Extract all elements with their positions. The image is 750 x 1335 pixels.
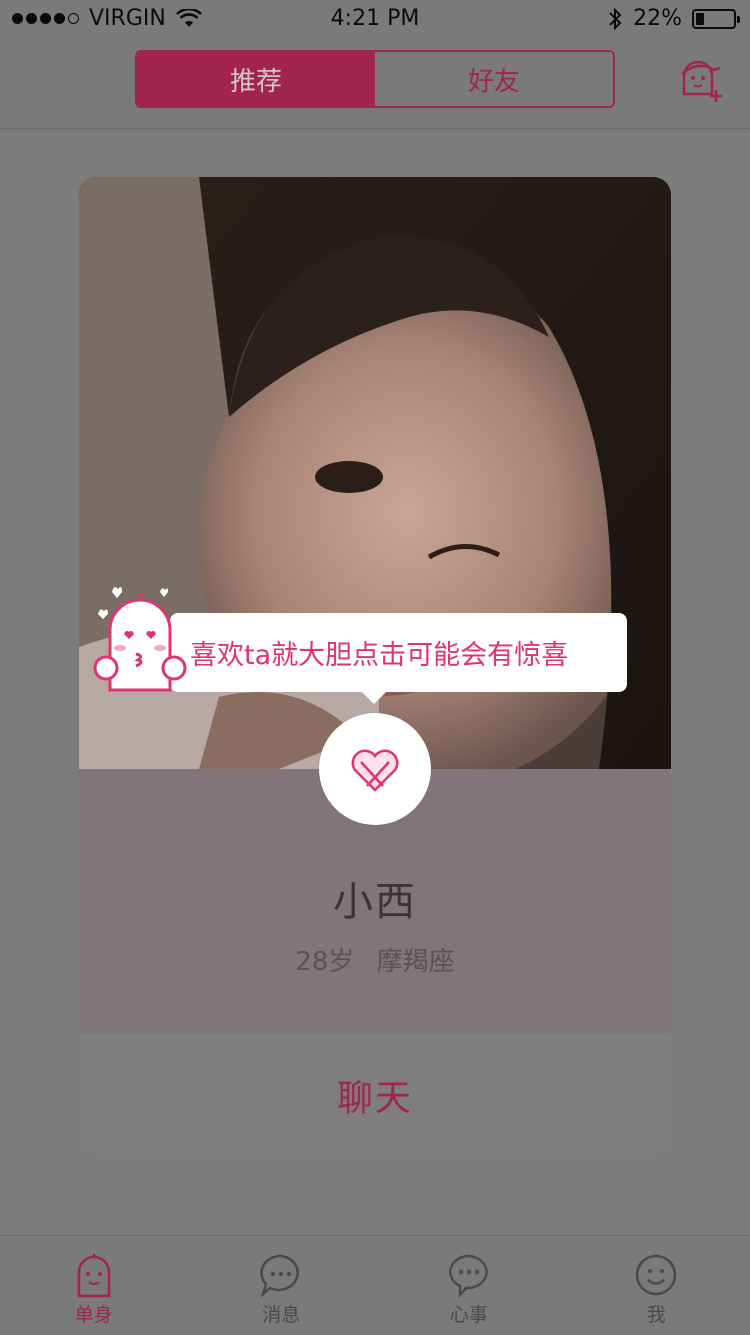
battery-icon [692, 9, 736, 29]
profile-age: 28岁 [295, 947, 354, 977]
add-friend-icon[interactable] [674, 54, 726, 110]
like-button[interactable] [319, 713, 431, 825]
mascot-icon [92, 578, 188, 694]
tab-friends[interactable]: 好友 [375, 52, 613, 106]
status-bar: VIRGIN 4:21 PM 22% [0, 0, 750, 40]
profile-icon [633, 1252, 679, 1298]
bluetooth-icon [607, 7, 623, 31]
like-hint-tooltip: 喜欢ta就大胆点击可能会有惊喜 [170, 613, 627, 692]
chat-label: 聊天 [337, 1069, 413, 1121]
nav-bar: 推荐 好友 [0, 40, 750, 129]
battery-percent: 22% [633, 6, 682, 31]
heart-icon [349, 746, 401, 792]
tooltip-arrow [362, 692, 386, 704]
tab-heart-talk[interactable]: 心事 [375, 1236, 563, 1335]
tab-recommend[interactable]: 推荐 [137, 52, 375, 106]
profile-meta: 28岁 摩羯座 [79, 941, 671, 978]
tab-me-label: 我 [647, 1300, 666, 1327]
battery-level [696, 13, 704, 25]
status-right: 22% [607, 6, 736, 31]
message-icon [258, 1252, 304, 1298]
tab-single[interactable]: 单身 [0, 1236, 188, 1335]
tab-messages[interactable]: 消息 [188, 1236, 376, 1335]
tab-messages-label: 消息 [262, 1300, 300, 1327]
segment-control: 推荐 好友 [135, 50, 615, 108]
like-hint-text: 喜欢ta就大胆点击可能会有惊喜 [190, 633, 568, 672]
tab-me[interactable]: 我 [563, 1236, 750, 1335]
profile-zodiac: 摩羯座 [377, 947, 455, 977]
profile-name: 小西 [79, 869, 671, 927]
heart-talk-icon [446, 1252, 492, 1298]
tab-bar: 单身 消息 心事 我 [0, 1235, 750, 1335]
tab-heart-talk-label: 心事 [450, 1300, 488, 1327]
tab-single-label: 单身 [75, 1300, 113, 1327]
chat-button[interactable]: 聊天 [79, 1034, 671, 1155]
single-icon [71, 1252, 117, 1298]
